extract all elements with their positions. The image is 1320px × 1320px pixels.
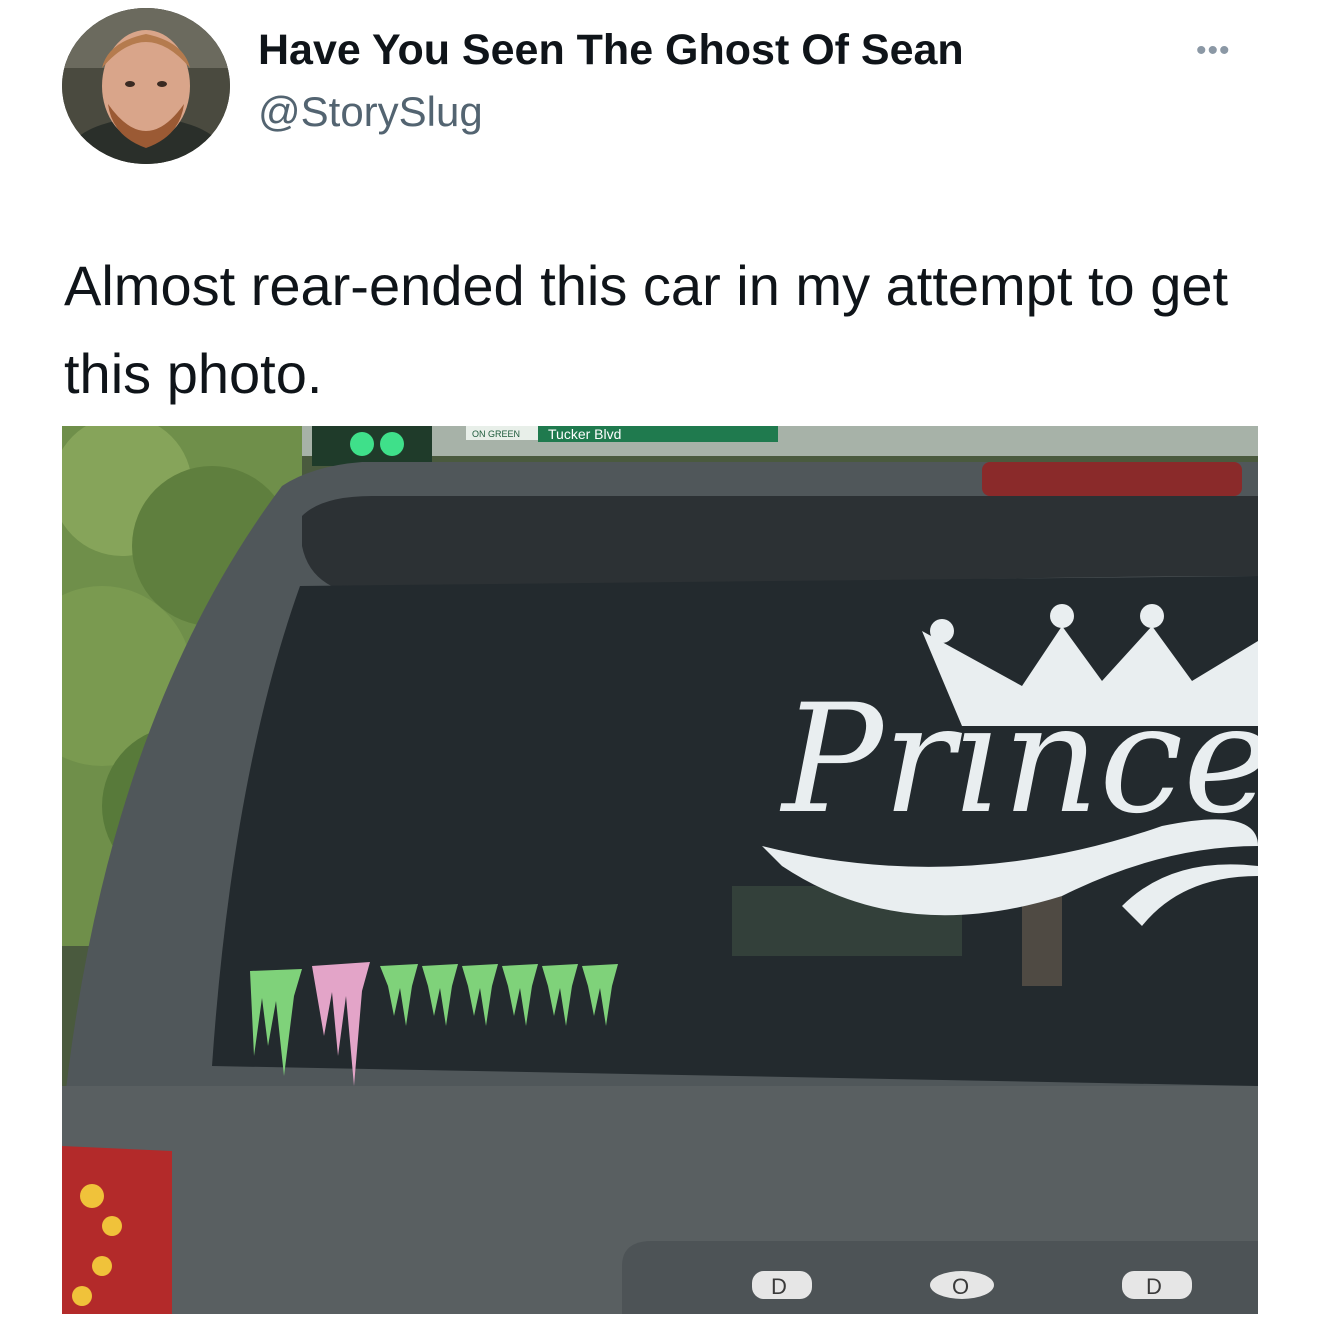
car-rear-window-photo: ON GREEN Tucker Blvd Prince D O D: [62, 426, 1258, 1314]
badge-letter-3: D: [1146, 1274, 1162, 1299]
sign-on-green: ON GREEN: [472, 429, 520, 439]
badge-letter-1: D: [771, 1274, 787, 1299]
ellipsis-icon[interactable]: •••: [1196, 34, 1231, 68]
tweet-photo[interactable]: ON GREEN Tucker Blvd Prince D O D: [62, 426, 1258, 1314]
street-sign-text: Tucker Blvd: [548, 426, 621, 442]
author-handle[interactable]: @StorySlug: [258, 88, 483, 136]
person-avatar-icon: [62, 8, 230, 164]
tweet-text: Almost rear-ended this car in my attempt…: [64, 254, 1229, 405]
author-avatar[interactable]: [62, 8, 230, 164]
badge-letter-2: O: [952, 1274, 969, 1299]
author-display-name[interactable]: Have You Seen The Ghost Of Sean: [258, 26, 964, 75]
prince-decal-text: Prince: [779, 673, 1258, 847]
